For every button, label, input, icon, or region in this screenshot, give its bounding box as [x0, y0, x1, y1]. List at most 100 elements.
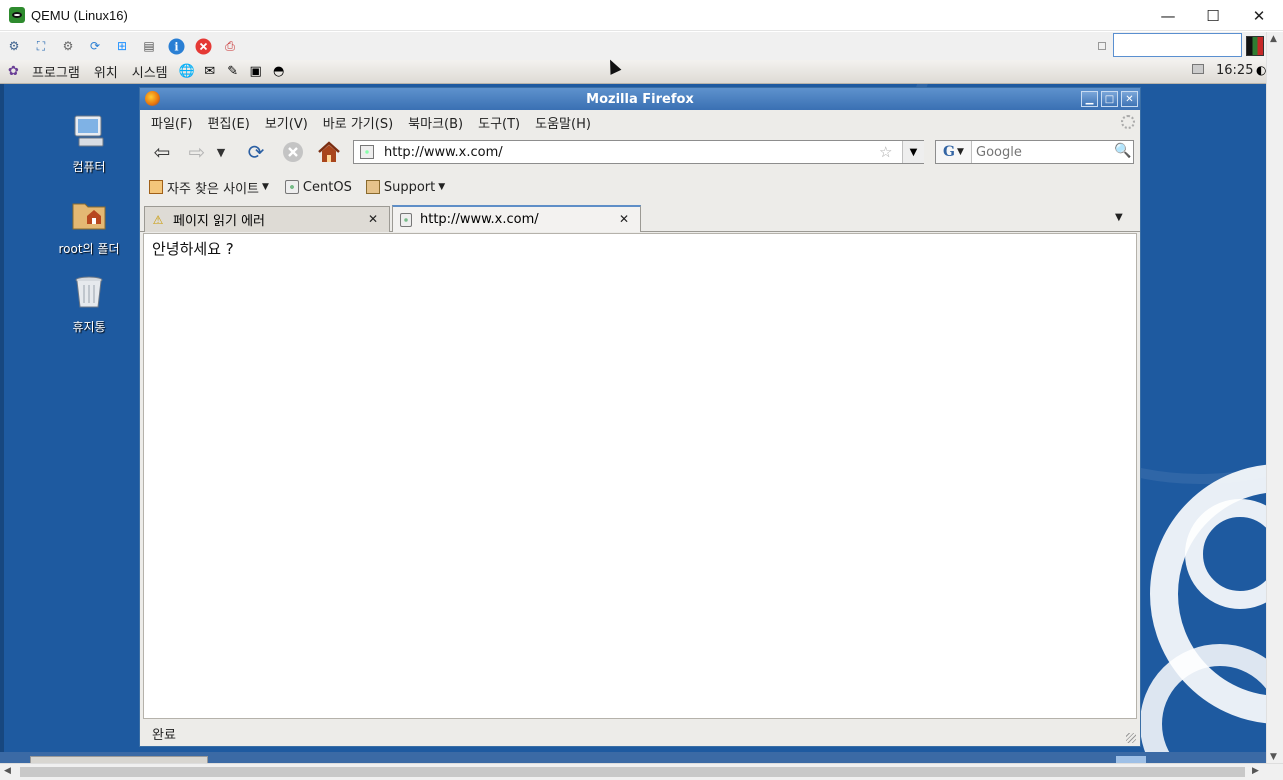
window-title: QEMU (Linux16): [31, 7, 128, 23]
menu-bookmarks[interactable]: 북마크(B): [408, 113, 463, 132]
desktop-icon-label: 컴퓨터: [72, 160, 106, 174]
warning-icon: ⚠: [152, 212, 164, 227]
search-input[interactable]: [976, 144, 1106, 160]
search-bar[interactable]: G▼ 🔍: [935, 140, 1134, 164]
volume-icon[interactable]: ◐: [1256, 63, 1266, 77]
gnome-top-panel: ✿ 프로그램 위치 시스템 🌐 ✉ ✎ ▣ ◓ 16:25 ◐: [0, 60, 1266, 84]
scroll-up-icon[interactable]: ▲: [1270, 34, 1277, 44]
menu-view[interactable]: 보기(V): [265, 113, 308, 132]
indicator-box: [1098, 42, 1106, 50]
smart-folder-icon: [149, 180, 163, 194]
tab-close-icon[interactable]: ✕: [368, 212, 378, 226]
menu-system[interactable]: 시스템: [132, 62, 168, 81]
keyboard-input[interactable]: [1113, 33, 1242, 57]
notes-launcher-icon[interactable]: ✎: [223, 63, 243, 81]
desktop-icon-computer[interactable]: 컴퓨터: [44, 112, 134, 175]
info-icon[interactable]: i: [167, 37, 185, 55]
help-launcher-icon[interactable]: ◓: [269, 63, 289, 81]
tab-list-dropdown-icon[interactable]: ▼: [1115, 212, 1123, 223]
network-icon[interactable]: ⚙: [5, 37, 23, 55]
firefox-maximize-button[interactable]: □: [1101, 91, 1118, 107]
menu-places[interactable]: 위치: [94, 62, 118, 81]
settings-icon[interactable]: ⚙: [59, 37, 77, 55]
disk-icon[interactable]: ▤: [140, 37, 158, 55]
tab-label: http://www.x.com/: [420, 212, 539, 227]
tab-load-error[interactable]: ⚠ 페이지 읽기 에러 ✕: [144, 206, 390, 232]
desktop-icon-home[interactable]: root의 폴더: [44, 194, 134, 257]
firefox-minimize-button[interactable]: ▁: [1081, 91, 1098, 107]
bookmark-star-icon[interactable]: ☆: [879, 143, 892, 161]
firefox-menubar: 파일(F) 편집(E) 보기(V) 바로 가기(S) 북마크(B) 도구(T) …: [140, 110, 1140, 134]
chevron-down-icon: ▼: [438, 182, 446, 192]
back-button[interactable]: ⇦: [149, 140, 175, 164]
bookmark-label: Support: [383, 179, 436, 195]
chevron-down-icon: ▼: [957, 147, 964, 157]
firefox-close-button[interactable]: ✕: [1121, 91, 1138, 107]
mail-launcher-icon[interactable]: ✉: [200, 63, 220, 81]
workspace-switcher[interactable]: [1116, 756, 1146, 763]
navigation-toolbar: ⇦ ⇨ ▼ ⟳ http://www.x.com/ ☆ ▼ G▼ 🔍: [140, 134, 1140, 170]
menu-file[interactable]: 파일(F): [151, 113, 193, 132]
search-engine-button[interactable]: G ▼: [936, 141, 972, 163]
windows-icon[interactable]: ⊞: [113, 37, 131, 55]
desktop-icon-label: 휴지통: [72, 320, 106, 334]
page-body-text: 안녕하세요 ?: [152, 240, 234, 258]
tray-icon[interactable]: [1192, 64, 1204, 74]
url-text[interactable]: http://www.x.com/: [384, 145, 503, 160]
firefox-logo-icon: [145, 91, 160, 106]
screenshot-icon[interactable]: ⎙: [221, 37, 239, 55]
scroll-right-icon[interactable]: ▶: [1252, 766, 1259, 776]
svg-text:i: i: [174, 40, 178, 53]
home-button[interactable]: [316, 140, 342, 164]
maximize-button[interactable]: ☐: [1190, 0, 1236, 31]
menu-edit[interactable]: 편집(E): [208, 113, 250, 132]
search-icon[interactable]: 🔍: [1114, 143, 1131, 159]
desktop-icon-trash[interactable]: 휴지통: [44, 272, 134, 335]
tab-close-icon[interactable]: ✕: [619, 212, 629, 226]
minimize-button[interactable]: —: [1145, 0, 1191, 31]
tab-strip: ⚠ 페이지 읽기 에러 ✕ http://www.x.com/ ✕ ▼: [140, 204, 1140, 232]
panel-clock[interactable]: 16:25: [1216, 63, 1253, 78]
forward-button[interactable]: ⇨: [184, 140, 210, 164]
page-icon: [400, 212, 412, 227]
firefox-titlebar[interactable]: Mozilla Firefox ▁ □ ✕: [140, 88, 1140, 110]
folder-icon: [365, 180, 380, 194]
stop-icon[interactable]: [194, 37, 212, 55]
search-engine-label: G: [943, 144, 956, 160]
menu-help[interactable]: 도움말(H): [535, 113, 591, 132]
taskbar-window-button[interactable]: [30, 756, 208, 763]
bookmark-most-visited[interactable]: 자주 찾은 사이트 ▼: [149, 178, 269, 197]
menu-tools[interactable]: 도구(T): [478, 113, 520, 132]
url-bar[interactable]: http://www.x.com/ ☆ ▼: [353, 140, 924, 164]
page-content[interactable]: 안녕하세요 ?: [143, 233, 1137, 719]
menu-applications[interactable]: 프로그램: [32, 62, 80, 81]
menu-go[interactable]: 바로 가기(S): [323, 113, 393, 132]
bookmark-label: 자주 찾은 사이트: [167, 181, 259, 197]
firefox-title: Mozilla Firefox: [586, 91, 694, 107]
scrollbar-thumb[interactable]: [20, 767, 1245, 777]
url-dropdown-button[interactable]: ▼: [902, 141, 924, 163]
document-launcher-icon[interactable]: ▣: [246, 63, 266, 81]
bookmark-support[interactable]: Support ▼: [365, 179, 446, 195]
panel-launchers: 🌐 ✉ ✎ ▣ ◓: [174, 63, 289, 81]
browser-launcher-icon[interactable]: 🌐: [177, 63, 197, 81]
trash-icon: [69, 272, 109, 312]
stop-button[interactable]: [280, 140, 306, 164]
scroll-down-icon[interactable]: ▼: [1270, 752, 1277, 762]
fullscreen-icon[interactable]: ⛶: [32, 37, 50, 55]
refresh-icon[interactable]: ⟳: [86, 37, 104, 55]
scroll-left-icon[interactable]: ◀: [4, 766, 11, 776]
history-dropdown-icon[interactable]: ▼: [214, 140, 228, 164]
horizontal-scrollbar[interactable]: ◀ ▶: [0, 763, 1283, 780]
bookmark-label: CentOS: [302, 179, 352, 195]
bookmarks-toolbar: 자주 찾은 사이트 ▼ CentOS Support ▼: [140, 170, 1140, 204]
bookmark-centos[interactable]: CentOS: [284, 179, 352, 195]
vertical-scrollbar[interactable]: ▲ ▼: [1266, 32, 1283, 764]
site-identity-icon[interactable]: [360, 145, 374, 159]
home-folder-icon: [69, 194, 109, 234]
close-button[interactable]: ✕: [1236, 0, 1282, 31]
status-text: 완료: [152, 727, 176, 743]
tab-active[interactable]: http://www.x.com/ ✕: [392, 205, 641, 232]
resize-grip[interactable]: [1126, 733, 1136, 743]
reload-button[interactable]: ⟳: [243, 140, 269, 164]
